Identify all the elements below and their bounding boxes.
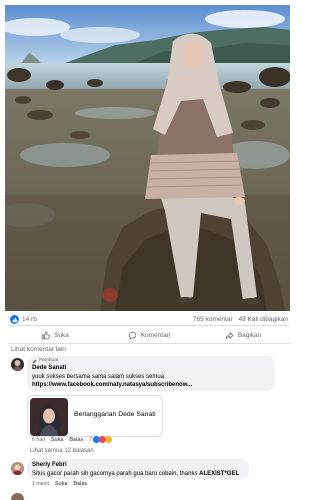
pencil-icon [32,359,37,363]
comment-time[interactable]: 6 hari [32,437,45,443]
share-button[interactable]: Bagikan [196,326,290,344]
like-label: Suka [54,331,69,339]
reaction-count: 7 [89,436,93,443]
comment-author[interactable]: Dede Sanati [32,364,270,373]
comment-icon [128,331,136,340]
haha-reaction-icon [105,436,113,443]
comment-bubble: Pembuat Dede Sanati yuuk sukses bersama … [27,356,275,391]
like-count: 14 rb [22,316,37,323]
view-replies-link[interactable]: Lihat semua 12 balasan [30,448,94,454]
comment-bubble: Sherly Febri Situs gacor parah sih gacor… [27,459,249,479]
comment-like-button[interactable]: Suka [51,437,63,443]
comment-author[interactable]: Sherly Febri [32,461,244,470]
comment-reply-button[interactable]: Balas [69,437,83,443]
divider [8,343,290,344]
comment-meta: 6 hari Suka Balas 7 [32,436,113,443]
like-button[interactable]: Suka [8,326,102,344]
like-icon [41,331,50,339]
like-reaction-icon [10,315,19,324]
comment-reply-button[interactable]: Balas [73,481,87,487]
comment-count[interactable]: 765 komentar [193,316,233,323]
card-thumbnail [30,398,68,436]
post-photo[interactable] [5,5,290,311]
comment-label: Komentari [140,331,171,339]
avatar[interactable] [11,358,24,371]
comment-reactions[interactable]: 7 [89,436,113,443]
comment-button[interactable]: Komentari [102,326,196,344]
comment-like-button[interactable]: Suka [55,481,67,487]
avatar[interactable] [11,462,24,475]
share-icon [225,331,233,339]
post-actions: Suka Komentari Bagikan [8,326,290,344]
reactions-summary[interactable]: 14 rb [10,315,37,324]
comment-text: Situs gacor parah sih gacornya parah gua… [32,470,240,477]
comment-text: yuuk sukses bersama sama salam sukses se… [32,373,165,380]
share-label: Bagikan [237,331,262,339]
share-count[interactable]: 48 Kali dibagikan [238,316,288,323]
subscribe-card[interactable]: Berlangganan Dede Sanati [27,395,163,437]
avatar[interactable] [11,493,24,500]
comment-meta: 1 menit Suka Balas [32,481,87,487]
card-title[interactable]: Berlangganan Dede Sanati [74,411,156,418]
comment-highlight: ALEXIST*GEL [199,470,240,477]
photo-scene [5,5,290,311]
comment-time[interactable]: 1 menit [32,481,49,487]
comment-link[interactable]: https://www.facebook.com/naty.natasya/su… [32,381,270,390]
more-comments-link[interactable]: Lihat komentar lain [11,346,66,353]
